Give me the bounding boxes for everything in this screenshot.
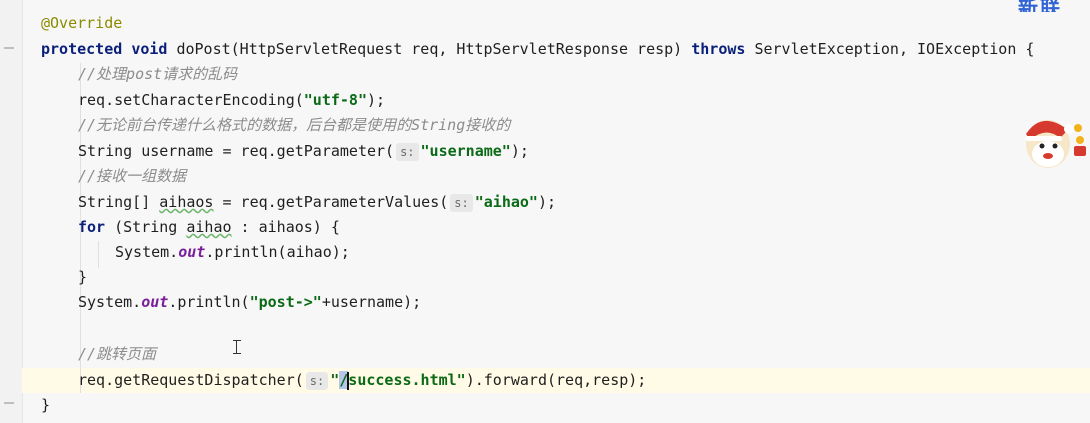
string-literal: "utf-8" — [303, 91, 367, 109]
brand-logo: 新联 — [1018, 0, 1062, 12]
indent-guide — [98, 241, 99, 268]
code-text: (String — [105, 218, 187, 236]
comment: //接收一组数据 — [78, 167, 187, 185]
static-field: out — [178, 243, 206, 261]
parameter-hint: s: — [305, 371, 329, 390]
string-literal: "username" — [420, 142, 511, 160]
keyword: void — [131, 40, 168, 58]
parameter-hint: s: — [450, 193, 473, 212]
code-text: } — [41, 396, 51, 414]
keyword: for — [78, 218, 106, 236]
fold-marker[interactable] — [4, 402, 14, 404]
string-literal: " — [330, 371, 340, 389]
code-line-5: //无论前台传递什么格式的数据，后台都是使用的String接收的 — [78, 113, 510, 138]
code-line-12: System.out.println("post->"+username); — [78, 290, 421, 315]
code-line-1: @Override — [41, 11, 122, 36]
mouse-ibeam-cursor — [233, 340, 245, 354]
variable: aihao — [186, 218, 232, 236]
code-text: req.getRequestDispatcher( — [78, 371, 304, 389]
code-text: ServletException, IOException { — [745, 40, 1035, 58]
comment: //处理post请求的乱码 — [78, 65, 238, 83]
code-text: String username = req.getParameter( — [78, 142, 395, 160]
code-text: doPost(HttpServletRequest req, HttpServl… — [167, 40, 692, 58]
code-text: String[] — [78, 193, 160, 211]
code-line-11: } — [78, 265, 87, 290]
string-literal: success.html" — [348, 371, 466, 389]
code-text: req.setCharacterEncoding( — [78, 91, 304, 109]
code-text: ); — [537, 193, 557, 211]
code-line-8: String[] aihaos = req.getParameterValues… — [78, 190, 556, 215]
code-text: ); — [367, 91, 386, 109]
code-text: .println( — [168, 293, 250, 311]
code-text: ).forward(req,resp); — [465, 371, 647, 389]
code-line-6: String username = req.getParameter(s: "us… — [78, 139, 529, 164]
keyword: protected — [41, 40, 123, 58]
code-line-3: //处理post请求的乱码 — [78, 62, 237, 87]
static-field: out — [141, 293, 169, 311]
code-text: +username); — [321, 293, 422, 311]
keyword: throws — [691, 40, 746, 58]
code-text: } — [78, 268, 88, 286]
code-line-16: } — [41, 393, 50, 418]
parameter-hint: s: — [396, 142, 419, 161]
code-line-2: protected void doPost(HttpServletRequest… — [41, 37, 1034, 62]
code-text: System. — [115, 243, 179, 261]
code-text: System. — [78, 293, 142, 311]
comment: //无论前台传递什么格式的数据，后台都是使用的String接收的 — [78, 116, 511, 134]
editor-gutter — [0, 0, 23, 423]
code-text: ); — [510, 142, 529, 160]
code-line-4: req.setCharacterEncoding("utf-8"); — [78, 88, 385, 113]
code-line-14: //跳转页面 — [78, 342, 156, 367]
annotation: @Override — [41, 14, 123, 32]
comment: //跳转页面 — [78, 345, 157, 363]
code-line-10: System.out.println(aihao); — [115, 240, 350, 265]
string-literal: "aihao" — [474, 193, 538, 211]
code-line-9: for (String aihao : aihaos) { — [78, 215, 340, 240]
code-text: .println(aihao); — [205, 243, 350, 261]
code-line-7: //接收一组数据 — [78, 164, 186, 189]
string-literal: "post->" — [249, 293, 322, 311]
mascot-sticker — [1026, 120, 1086, 168]
fold-marker[interactable] — [4, 47, 14, 49]
code-text: = req.getParameterValues( — [213, 193, 449, 211]
code-line-15: req.getRequestDispatcher(s: "/success.htm… — [78, 368, 646, 393]
variable: aihaos — [159, 193, 214, 211]
code-text: : aihaos) { — [231, 218, 340, 236]
